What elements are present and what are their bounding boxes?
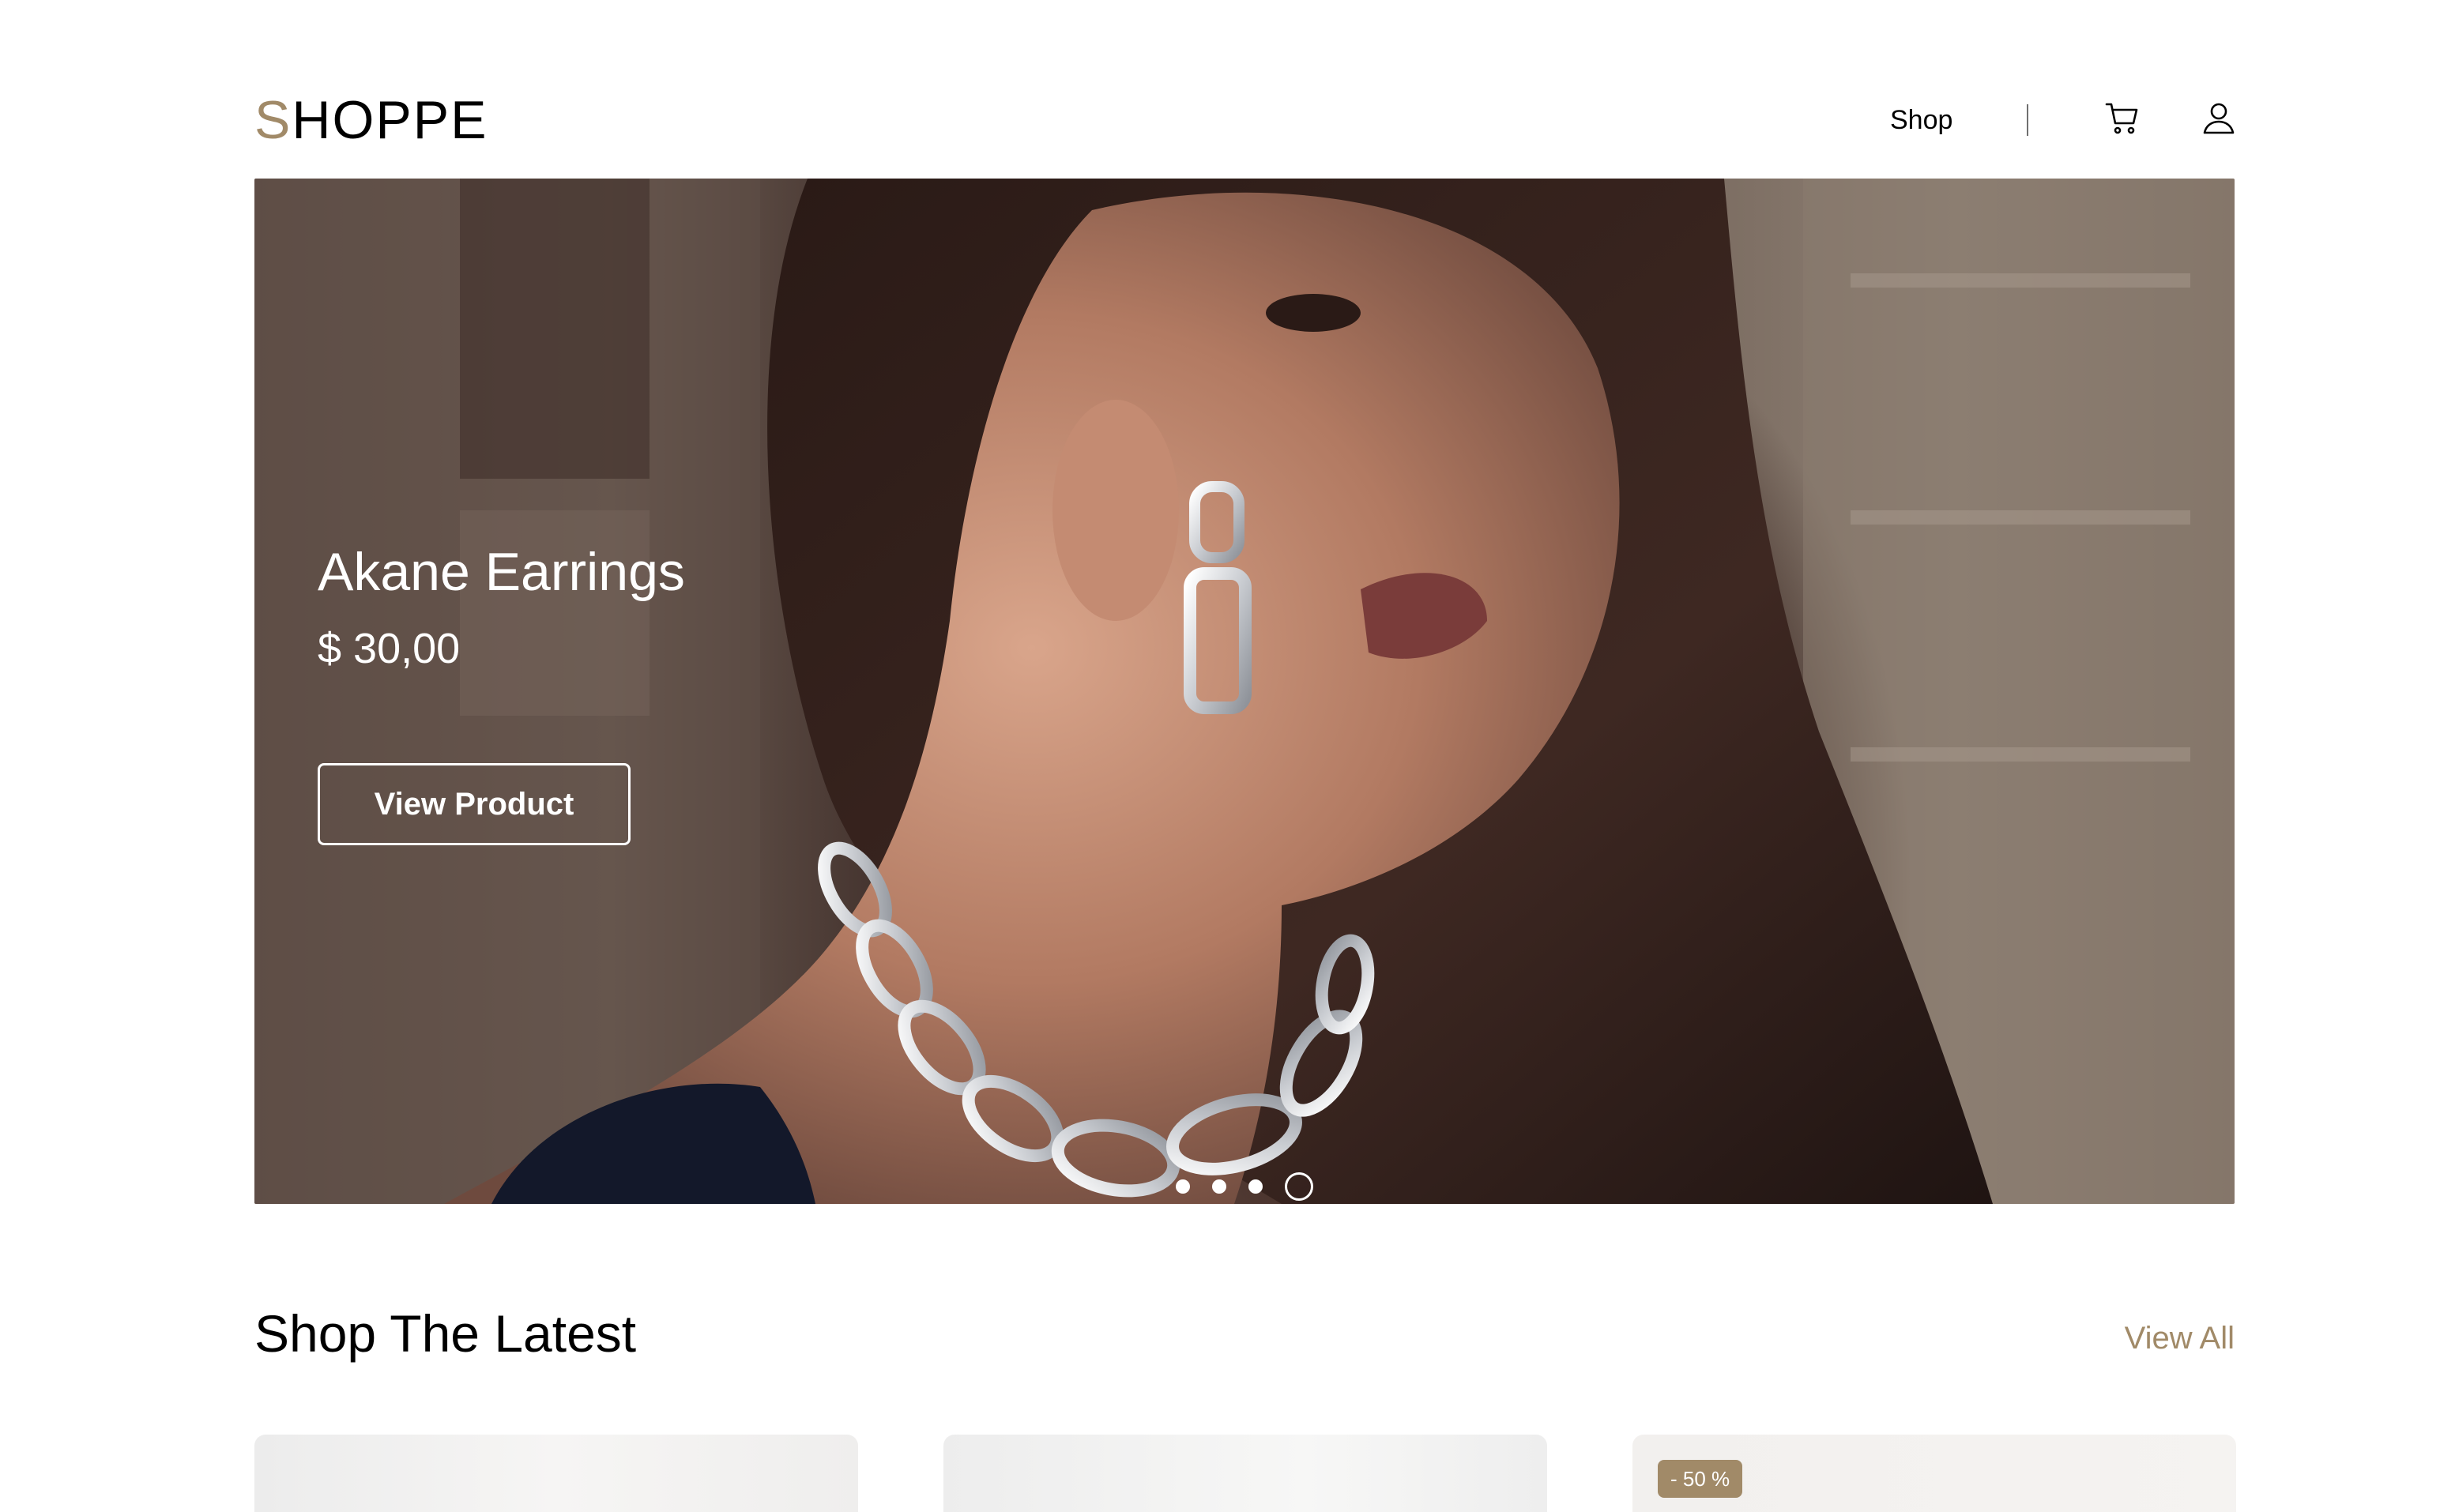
- nav-divider: [2027, 104, 2028, 136]
- product-card[interactable]: [943, 1435, 1547, 1512]
- product-card[interactable]: [254, 1435, 858, 1512]
- logo-first-letter: S: [254, 90, 292, 150]
- hero-product-price: $ 30,00: [318, 625, 461, 672]
- nav-shop-link[interactable]: Shop: [1890, 103, 1952, 137]
- hero-text: Akane Earrings $ 30,00: [318, 539, 685, 675]
- site-header: SHOPPE Shop: [254, 88, 2235, 152]
- page: SHOPPE Shop Akane Earrings $ 30,00 View …: [0, 0, 2440, 1512]
- view-all-link[interactable]: View All: [2125, 1318, 2235, 1359]
- carousel-dot-1[interactable]: [1176, 1179, 1190, 1194]
- carousel-dot-2[interactable]: [1212, 1179, 1226, 1194]
- section-title: Shop The Latest: [254, 1304, 637, 1363]
- carousel-dots: [1176, 1171, 1313, 1202]
- hero-photo: [254, 179, 2235, 1204]
- view-product-button[interactable]: View Product: [318, 763, 631, 845]
- logo-rest: HOPPE: [292, 90, 488, 150]
- user-icon[interactable]: [2200, 100, 2238, 137]
- carousel-dot-4-active[interactable]: [1285, 1172, 1313, 1201]
- hero-banner: Akane Earrings $ 30,00 View Product: [254, 179, 2235, 1204]
- hero-product-title: Akane Earrings: [318, 542, 685, 602]
- product-card[interactable]: - 50 %: [1632, 1435, 2236, 1512]
- cart-icon[interactable]: [2103, 100, 2141, 137]
- discount-badge: - 50 %: [1658, 1460, 1743, 1498]
- shoppe-logo[interactable]: SHOPPE: [254, 88, 488, 152]
- carousel-dot-3[interactable]: [1248, 1179, 1263, 1194]
